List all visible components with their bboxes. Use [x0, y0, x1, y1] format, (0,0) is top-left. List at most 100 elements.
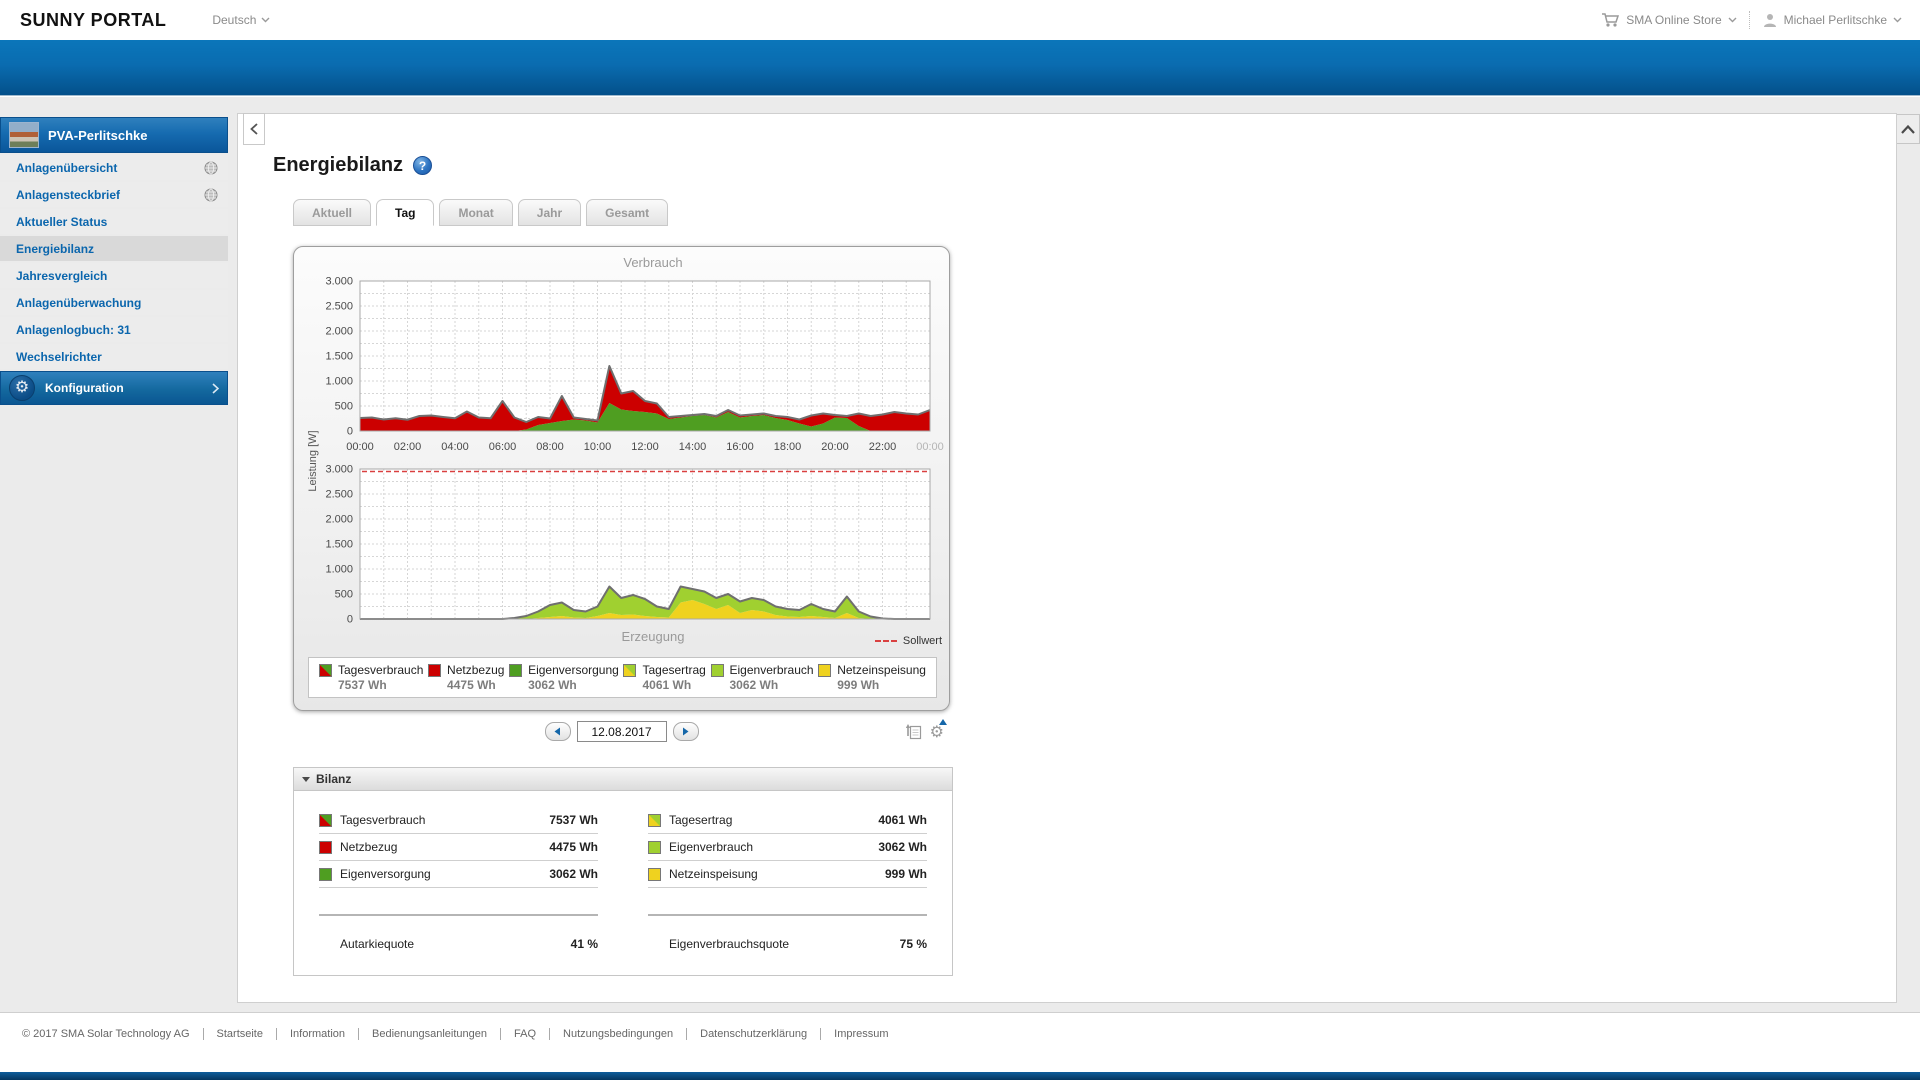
- quote-value: 41 %: [570, 936, 598, 951]
- tab-tag[interactable]: Tag: [376, 199, 435, 226]
- date-input[interactable]: [576, 721, 667, 742]
- chart-settings-button[interactable]: ⚙: [930, 719, 947, 741]
- store-menu[interactable]: SMA Online Store: [1601, 12, 1737, 28]
- chevron-up-icon: [1901, 124, 1915, 134]
- svg-text:3.000: 3.000: [325, 464, 353, 476]
- sidebar-item-anlagenueberwachung[interactable]: Anlagenüberwachung: [0, 290, 228, 315]
- tab-monat[interactable]: Monat: [439, 199, 513, 226]
- bilanz-swatch: [319, 840, 332, 854]
- tab-aktuell[interactable]: Aktuell: [293, 199, 372, 226]
- export-button[interactable]: [905, 723, 922, 740]
- legend-value: 4475 Wh: [447, 678, 496, 692]
- svg-text:08:00: 08:00: [536, 441, 564, 453]
- bilanz-row-eigenverbrauch: Eigenverbrauch 3062 Wh: [648, 834, 927, 861]
- sidebar-item-wechselrichter[interactable]: Wechselrichter: [0, 344, 228, 369]
- chart-legend: Tagesverbrauch 7537 Wh Netzbezug 4475 Wh…: [308, 657, 937, 698]
- user-menu[interactable]: Michael Perlitschke: [1762, 12, 1902, 28]
- svg-text:20:00: 20:00: [821, 441, 849, 453]
- footer-link[interactable]: Datenschutzerklärung: [686, 1028, 820, 1040]
- bilanz-value: 4475 Wh: [549, 840, 598, 854]
- chevron-down-icon: [261, 17, 270, 23]
- footer-copyright: © 2017 SMA Solar Technology AG: [22, 1028, 190, 1040]
- scroll-top-button[interactable]: [1896, 114, 1920, 144]
- legend-swatch: [319, 664, 332, 677]
- footer-link[interactable]: Impressum: [820, 1028, 901, 1040]
- sidebar-item-label: Anlagenlogbuch: 31: [16, 322, 131, 337]
- bilanz-label: Netzeinspeisung: [669, 867, 758, 881]
- sidebar-item-energiebilanz[interactable]: Energiebilanz: [0, 236, 228, 261]
- sidebar-item-label: Aktueller Status: [16, 214, 108, 229]
- tab-gesamt[interactable]: Gesamt: [586, 199, 669, 226]
- svg-text:1.500: 1.500: [325, 539, 353, 551]
- svg-text:1.500: 1.500: [325, 351, 353, 363]
- sidebar-item-konfiguration[interactable]: ⚙ Konfiguration: [0, 371, 228, 405]
- language-selector[interactable]: Deutsch: [212, 13, 270, 27]
- sidebar-item-label: Anlagenübersicht: [16, 160, 118, 175]
- legend-item-tagesertrag: Tagesertrag 4061 Wh: [623, 663, 706, 693]
- sidebar-item-anlagenuebersicht[interactable]: Anlagenübersicht: [0, 155, 228, 180]
- user-icon: [1763, 14, 1776, 27]
- bilanz-label: Tagesertrag: [669, 813, 733, 827]
- chart-title-verbrauch: Verbrauch: [623, 255, 683, 270]
- bilanz-row-eigenversorgung: Eigenversorgung 3062 Wh: [319, 861, 598, 888]
- sidebar-item-anlagenlogbuch[interactable]: Anlagenlogbuch: 31: [0, 317, 228, 342]
- svg-text:1.000: 1.000: [325, 564, 353, 576]
- legend-item-eigenverbrauch: Eigenverbrauch 3062 Wh: [710, 663, 814, 693]
- footer-link[interactable]: Startseite: [202, 1028, 276, 1040]
- footer-link[interactable]: Bedienungsanleitungen: [358, 1028, 500, 1040]
- legend-value: 3062 Wh: [528, 678, 577, 692]
- chevron-right-icon: [212, 382, 219, 394]
- bilanz-value: 3062 Wh: [878, 840, 927, 854]
- tab-jahr[interactable]: Jahr: [517, 199, 582, 226]
- footer-link[interactable]: Information: [275, 1028, 358, 1040]
- y-axis-label: Leistung [W]: [307, 430, 319, 492]
- export-icon: [905, 724, 921, 740]
- date-navigation: ⚙: [293, 719, 950, 747]
- svg-text:04:00: 04:00: [441, 441, 469, 453]
- svg-text:10:00: 10:00: [584, 441, 612, 453]
- divider: [648, 914, 927, 916]
- svg-text:14:00: 14:00: [679, 441, 707, 453]
- footer-link[interactable]: FAQ: [500, 1028, 549, 1040]
- collapse-sidebar-button[interactable]: [243, 113, 265, 145]
- plant-photo: [9, 122, 39, 148]
- sidebar-item-jahresvergleich[interactable]: Jahresvergleich: [0, 263, 228, 288]
- next-day-button[interactable]: [672, 722, 699, 741]
- sidebar-item-aktueller-status[interactable]: Aktueller Status: [0, 209, 228, 234]
- svg-text:2.500: 2.500: [325, 301, 353, 313]
- sidebar-item-label: Jahresvergleich: [16, 268, 108, 283]
- bilanz-value: 7537 Wh: [549, 813, 598, 827]
- bilanz-right-column: Tagesertrag 4061 Wh Eigenverbrauch 3062 …: [648, 807, 927, 888]
- legend-value: 4061 Wh: [642, 678, 692, 692]
- sunny-portal-logo: SUNNY PORTAL: [20, 9, 167, 30]
- plant-header[interactable]: PVA-Perlitschke: [0, 117, 228, 153]
- legend-swatch: [818, 664, 832, 677]
- bilanz-header[interactable]: Bilanz: [294, 768, 952, 791]
- energy-chart-panel: Verbrauch 0 500 1.000 1.500 2.000 2.500 3.000 0…: [293, 246, 950, 711]
- bilanz-label: Eigenverbrauch: [669, 840, 754, 854]
- gear-icon: ⚙: [9, 375, 35, 401]
- svg-text:1.000: 1.000: [325, 376, 353, 388]
- sidebar-item-anlagensteckbrief[interactable]: Anlagensteckbrief: [0, 182, 228, 207]
- svg-text:00:00: 00:00: [346, 441, 374, 453]
- bilanz-left-column: Tagesverbrauch 7537 Wh Netzbezug 4475 Wh…: [319, 807, 598, 888]
- triangle-right-icon: [683, 727, 689, 736]
- bilanz-value: 4061 Wh: [878, 813, 927, 827]
- sidebar: PVA-Perlitschke Anlagenübersicht Anlagen…: [0, 117, 228, 405]
- quote-label: Autarkiequote: [340, 936, 415, 951]
- bilanz-label: Tagesverbrauch: [340, 813, 426, 827]
- page-title: Energiebilanz: [273, 154, 404, 176]
- tab-label: Tag: [395, 205, 416, 220]
- cart-icon: [1602, 13, 1620, 27]
- legend-label: Netzbezug: [447, 663, 505, 677]
- svg-text:18:00: 18:00: [774, 441, 802, 453]
- verbrauch-chart: 0 500 1.000 1.500 2.000 2.500 3.000 00:00 02:00 0…: [325, 276, 943, 454]
- sidebar-item-label: Anlagensteckbrief: [16, 187, 121, 202]
- footer-link[interactable]: Nutzungsbedingungen: [549, 1028, 686, 1040]
- legend-label: Tagesverbrauch: [338, 663, 424, 677]
- bilanz-row-tagesertrag: Tagesertrag 4061 Wh: [648, 807, 927, 834]
- bilanz-swatch: [319, 867, 332, 881]
- svg-text:06:00: 06:00: [489, 441, 517, 453]
- help-icon[interactable]: ?: [413, 156, 433, 175]
- prev-day-button[interactable]: [544, 722, 571, 741]
